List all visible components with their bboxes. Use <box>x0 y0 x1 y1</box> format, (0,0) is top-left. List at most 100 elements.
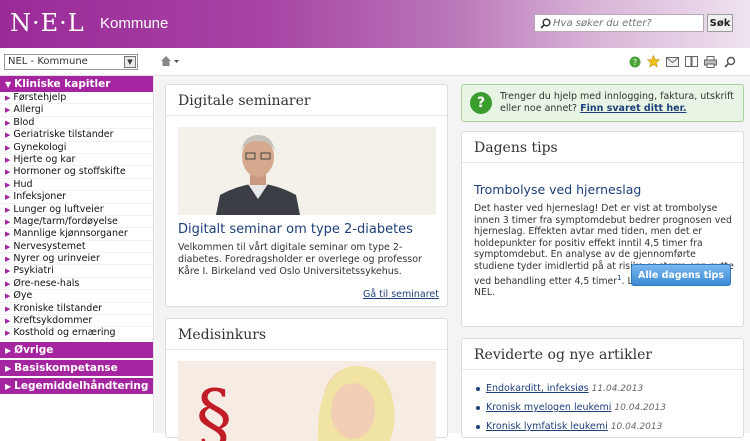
bullet-icon: ▶ <box>5 193 11 202</box>
sidebar-list: ▶ Førstehjelp ▶ Allergi ▶ Blod ▶ Geriatriske ti… <box>0 92 153 340</box>
help-text: Trenger du hjelp med innlogging, faktura… <box>500 91 740 115</box>
seminar-video-thumbnail[interactable] <box>178 127 436 215</box>
bullet-icon <box>476 386 480 391</box>
medisinkurs-image[interactable]: § <box>178 361 436 441</box>
sidebar-item-label: Hormoner og stoffskifte <box>13 166 126 178</box>
nel-logo[interactable]: N·E·L <box>10 9 85 37</box>
sidebar: ▼ Kliniske kapitler ▶ Førstehjelp ▶ Allergi ▶… <box>0 76 154 433</box>
bullet-icon: ▶ <box>5 94 11 102</box>
sidebar-item[interactable]: ▶ Hud <box>0 179 153 192</box>
tips-heading: Dagens tips <box>462 132 743 163</box>
sidebar-item[interactable]: ▶ Kosthold og ernæring <box>0 327 153 340</box>
bullet-icon: ▶ <box>5 329 11 338</box>
sidebar-item[interactable]: ▶ Kreftsykdommer <box>0 315 153 328</box>
chevron-down-icon[interactable]: ▼ <box>124 56 136 68</box>
site-header: N·E·L Kommune Søk <box>0 0 750 48</box>
sidebar-item[interactable]: ▶ Allergi <box>0 104 153 117</box>
help-icon: ? <box>470 92 492 114</box>
sidebar-item-label: Mage/tarm/fordøyelse <box>13 215 118 227</box>
sidebar-item-label: Kosthold og ernæring <box>13 327 116 339</box>
bullet-icon: ▶ <box>5 155 11 164</box>
article-link[interactable]: Kronisk lymfatisk leukemi <box>486 421 608 432</box>
sidebar-section-kliniske[interactable]: ▼ Kliniske kapitler <box>0 76 153 92</box>
sidebar-item-label: Allergi <box>13 104 44 116</box>
section-label: Øvrige <box>14 343 54 356</box>
sidebar-item-label: Gynekologi <box>13 141 67 153</box>
sidebar-item-label: Øre-nese-hals <box>13 277 80 289</box>
search-button[interactable]: Søk <box>707 14 733 32</box>
sidebar-item[interactable]: ▶ Øye <box>0 290 153 303</box>
list-item: Endokarditt, infeksiøs 11.04.2013 <box>476 383 666 402</box>
sidebar-section[interactable]: ▶ Basiskompetanse <box>0 359 153 376</box>
articles-list: Endokarditt, infeksiøs 11.04.2013 Kronisk… <box>476 383 666 440</box>
bullet-icon: ▶ <box>5 131 11 140</box>
svg-text:§: § <box>196 374 232 441</box>
bullet-icon: ▶ <box>5 143 11 152</box>
go-to-seminar-link[interactable]: Gå til seminaret <box>363 289 439 300</box>
sidebar-item[interactable]: ▶ Nervesystemet <box>0 241 153 254</box>
seminar-heading: Digitale seminarer <box>166 85 447 116</box>
article-link[interactable]: Endokarditt, infeksiøs <box>486 383 589 394</box>
logo-subtitle: Kommune <box>100 15 169 32</box>
sidebar-section[interactable]: ▶ Legemiddelhåndtering <box>0 377 153 394</box>
seminar-panel: Digitale seminarer Digitalt seminar om t… <box>165 84 448 307</box>
sidebar-item[interactable]: ▶ Gynekologi <box>0 142 153 154</box>
sidebar-item[interactable]: ▶ Infeksjoner <box>0 191 153 204</box>
help-box: ? Trenger du hjelp med innlogging, faktu… <box>461 84 744 122</box>
caret-down-icon: ▼ <box>5 80 12 89</box>
medisinkurs-panel: Medisinkurs § <box>165 318 448 441</box>
bullet-icon <box>476 405 480 410</box>
bullet-icon: ▶ <box>5 242 11 251</box>
sidebar-item[interactable]: ▶ Hjerte og kar <box>0 154 153 167</box>
list-item: Kronisk lymfatisk leukemi 10.04.2013 <box>476 421 666 440</box>
bullet-icon: ▶ <box>5 304 11 313</box>
list-item: Kronisk myelogen leukemi 10.04.2013 <box>476 402 666 421</box>
sidebar-item[interactable]: ▶ Nyrer og urinveier <box>0 253 153 266</box>
product-select-value: NEL - Kommune <box>8 56 88 67</box>
sidebar-item-label: Øye <box>13 290 33 302</box>
search-field[interactable] <box>534 14 704 32</box>
bullet-icon: ▶ <box>5 255 11 264</box>
sidebar-item-label: Lunger og luftveier <box>13 203 104 215</box>
section-label: Basiskompetanse <box>14 361 118 374</box>
mail-icon[interactable] <box>666 55 679 68</box>
tips-title[interactable]: Trombolyse ved hjerneslag <box>474 182 641 197</box>
svg-text:?: ? <box>632 58 636 67</box>
article-link[interactable]: Kronisk myelogen leukemi <box>486 402 611 413</box>
section-label: Legemiddelhåndtering <box>14 379 149 392</box>
caret-right-icon: ▶ <box>5 363 12 373</box>
seminar-title[interactable]: Digitalt seminar om type 2-diabetes <box>178 222 413 237</box>
bullet-icon: ▶ <box>5 279 11 288</box>
sidebar-item[interactable]: ▶ Lunger og luftveier <box>0 204 153 216</box>
sidebar-item[interactable]: ▶ Kroniske tilstander <box>0 303 153 316</box>
sidebar-item-label: Blod <box>13 116 35 128</box>
star-icon[interactable] <box>647 55 660 68</box>
sidebar-item[interactable]: ▶ Førstehjelp <box>0 92 153 105</box>
bullet-icon <box>476 424 480 429</box>
bullet-icon: ▶ <box>5 217 11 226</box>
search-input[interactable] <box>553 17 701 29</box>
sidebar-item[interactable]: ▶ Øre-nese-hals <box>0 277 153 291</box>
search-icon[interactable] <box>723 55 736 68</box>
bullet-icon: ▶ <box>5 292 11 301</box>
bullet-icon: ▶ <box>5 168 11 177</box>
sidebar-section[interactable]: ▶ Øvrige <box>0 341 153 358</box>
sidebar-item[interactable]: ▶ Blod <box>0 116 153 130</box>
book-icon[interactable] <box>685 55 698 68</box>
sidebar-item-label: Mannlige kjønnsorganer <box>13 228 128 240</box>
sidebar-item[interactable]: ▶ Geriatriske tilstander <box>0 129 153 142</box>
caret-right-icon: ▶ <box>5 345 12 355</box>
help-link[interactable]: Finn svaret ditt her. <box>580 103 686 114</box>
bullet-icon: ▶ <box>5 317 11 326</box>
sidebar-item[interactable]: ▶ Mannlige kjønnsorganer <box>0 228 153 241</box>
home-icon[interactable] <box>160 55 180 70</box>
all-tips-button[interactable]: Alle dagens tips <box>631 264 731 286</box>
bullet-icon: ▶ <box>5 267 11 276</box>
product-select[interactable]: NEL - Kommune ▼ <box>4 54 138 70</box>
sidebar-item[interactable]: ▶ Psykiatri <box>0 265 153 278</box>
help-icon[interactable]: ? <box>628 55 641 68</box>
section-label: Kliniske kapitler <box>14 78 111 90</box>
print-icon[interactable] <box>704 55 717 68</box>
sidebar-item[interactable]: ▶ Mage/tarm/fordøyelse <box>0 215 153 229</box>
sidebar-item[interactable]: ▶ Hormoner og stoffskifte <box>0 166 153 179</box>
